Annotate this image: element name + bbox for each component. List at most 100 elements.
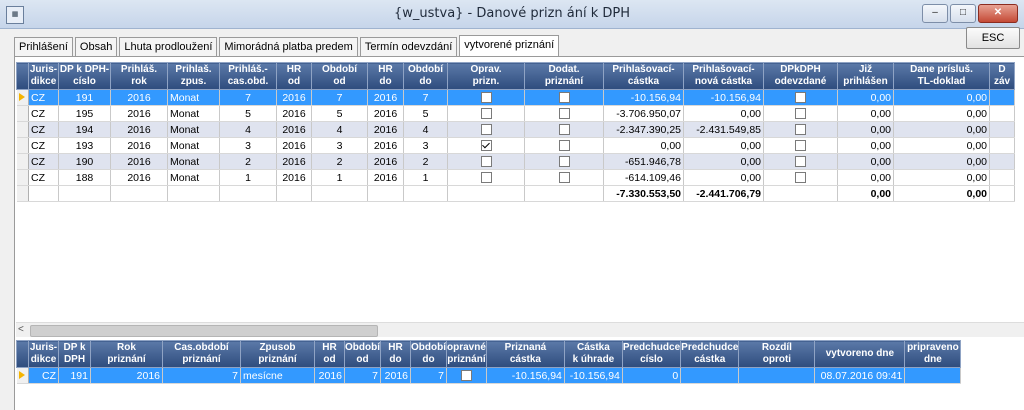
cell-hr_do[interactable]: 2016 xyxy=(367,169,404,186)
cell-rok[interactable]: 2016 xyxy=(110,105,168,122)
column-header[interactable]: Rozdíl oproti xyxy=(738,340,816,368)
checkbox[interactable] xyxy=(480,172,492,184)
cell-dp[interactable]: 191 xyxy=(58,89,111,106)
cell-hr_do[interactable]: 2016 xyxy=(367,153,404,170)
column-header[interactable]: Období od xyxy=(344,340,381,368)
cell-ob_od[interactable]: 1 xyxy=(311,169,368,186)
cell-oprav[interactable] xyxy=(447,137,525,154)
cell-ob_do[interactable]: 4 xyxy=(403,121,448,138)
checkbox[interactable] xyxy=(558,108,570,120)
column-header[interactable]: Juris-dikce xyxy=(28,62,59,90)
column-header[interactable]: Období do xyxy=(410,340,447,368)
cell-dane[interactable]: 0,00 xyxy=(893,169,990,186)
cell-jiz[interactable]: 0,00 xyxy=(837,153,894,170)
cell-ob_od[interactable]: 3 xyxy=(311,137,368,154)
cell-pred_castka[interactable] xyxy=(680,367,740,384)
cell-dodat[interactable] xyxy=(524,153,604,170)
cell-zpus[interactable]: Monat xyxy=(167,89,220,106)
column-header[interactable]: Prihlašovací-nová cástka xyxy=(683,62,764,90)
checkbox[interactable] xyxy=(480,156,492,168)
checkbox[interactable] xyxy=(480,92,492,104)
cell-ob_od[interactable]: 4 xyxy=(311,121,368,138)
cell-juris[interactable]: CZ xyxy=(28,153,59,170)
tab-prihlaseni[interactable]: Prihlášení xyxy=(14,37,73,57)
cell-castka[interactable]: -614.109,46 xyxy=(603,169,684,186)
cell-jiz[interactable]: 0,00 xyxy=(837,137,894,154)
column-header[interactable]: Již prihlášen xyxy=(837,62,894,90)
cell-juris[interactable]: CZ xyxy=(28,121,59,138)
cell-hr_od[interactable]: 2016 xyxy=(276,169,312,186)
column-header[interactable]: Predchudce cástka xyxy=(680,340,740,368)
column-header[interactable]: Zpusob priznání xyxy=(240,340,315,368)
cell-ob_od[interactable]: 7 xyxy=(344,367,381,384)
cell-zpus[interactable]: Monat xyxy=(167,105,220,122)
maximize-button[interactable]: □ xyxy=(950,4,976,23)
row-indicator[interactable] xyxy=(16,169,29,186)
cell-dz[interactable] xyxy=(989,105,1015,122)
cell-zpus[interactable]: mesícne xyxy=(240,367,315,384)
cell-zpus[interactable]: Monat xyxy=(167,153,220,170)
column-header[interactable]: Prihlaš. zpus. xyxy=(167,62,220,90)
table-row[interactable]: CZ 193 2016 Monat 3 2016 3 2016 3 0,00 0,00 0,00 0,0… xyxy=(16,137,1015,154)
cell-oprav[interactable] xyxy=(446,367,487,384)
cell-rok[interactable]: 2016 xyxy=(90,367,163,384)
cell-pripraveno[interactable] xyxy=(904,367,962,384)
cell-jiz[interactable]: 0,00 xyxy=(837,169,894,186)
cell-hr_do[interactable]: 2016 xyxy=(367,89,404,106)
tab-lhuta[interactable]: Lhuta prodloužení xyxy=(119,37,218,57)
cell-nova[interactable]: -10.156,94 xyxy=(683,89,764,106)
cell-nova[interactable]: 0,00 xyxy=(683,137,764,154)
cell-uhrada[interactable]: -10.156,94 xyxy=(564,367,623,384)
cell-castka[interactable]: -10.156,94 xyxy=(486,367,565,384)
cell-castka[interactable]: -3.706.950,07 xyxy=(603,105,684,122)
row-indicator[interactable] xyxy=(16,89,29,106)
cell-castka[interactable]: 0,00 xyxy=(603,137,684,154)
table-row[interactable]: CZ 195 2016 Monat 5 2016 5 2016 5 -3.706.950,07 0,… xyxy=(16,105,1015,122)
column-header[interactable]: Juris-dikce xyxy=(28,340,59,368)
minimize-button[interactable]: – xyxy=(922,4,948,23)
cell-zpus[interactable]: Monat xyxy=(167,121,220,138)
checkbox[interactable] xyxy=(795,92,806,104)
cell-dz[interactable] xyxy=(989,169,1015,186)
cell-hr_od[interactable]: 2016 xyxy=(276,137,312,154)
row-indicator[interactable] xyxy=(16,137,29,154)
column-header[interactable]: vytvoreno dne xyxy=(814,340,906,368)
cell-dp[interactable]: 195 xyxy=(58,105,111,122)
table-row[interactable]: CZ 188 2016 Monat 1 2016 1 2016 1 -614.109,46 0,00… xyxy=(16,169,1015,186)
tab-termin[interactable]: Termín odevzdání xyxy=(359,37,458,57)
table-row[interactable]: CZ 191 2016 Monat 7 2016 7 2016 7 -10.156,94 -10.1… xyxy=(16,89,1015,106)
cell-ob_do[interactable]: 5 xyxy=(403,105,448,122)
cell-rok[interactable]: 2016 xyxy=(110,169,168,186)
column-header[interactable]: DP k DPH-císlo xyxy=(58,62,111,90)
cell-cas[interactable]: 1 xyxy=(219,169,277,186)
column-header[interactable]: Prihláš.- cas.obd. xyxy=(219,62,277,90)
cell-pred_cislo[interactable]: 0 xyxy=(622,367,682,384)
checkbox[interactable] xyxy=(558,92,570,104)
row-indicator[interactable] xyxy=(16,367,29,384)
cell-juris[interactable]: CZ xyxy=(28,89,59,106)
column-header[interactable]: HR do xyxy=(380,340,411,368)
row-indicator[interactable] xyxy=(16,121,29,138)
cell-ob_do[interactable]: 2 xyxy=(403,153,448,170)
cell-odevz[interactable] xyxy=(763,105,838,122)
table-row[interactable]: CZ 190 2016 Monat 2 2016 2 2016 2 -651.946,78 0,00… xyxy=(16,153,1015,170)
checkbox[interactable] xyxy=(795,156,806,168)
cell-jiz[interactable]: 0,00 xyxy=(837,105,894,122)
cell-zpus[interactable]: Monat xyxy=(167,137,220,154)
cell-dp[interactable]: 194 xyxy=(58,121,111,138)
column-header[interactable]: Prihlašovací-cástka xyxy=(603,62,684,90)
cell-juris[interactable]: CZ xyxy=(28,169,59,186)
cell-hr_od[interactable]: 2016 xyxy=(276,153,312,170)
cell-castka[interactable]: -651.946,78 xyxy=(603,153,684,170)
checkbox[interactable] xyxy=(480,124,492,136)
cell-dane[interactable]: 0,00 xyxy=(893,89,990,106)
checkbox[interactable] xyxy=(558,124,570,136)
cell-dz[interactable] xyxy=(989,89,1015,106)
cell-ob_do[interactable]: 1 xyxy=(403,169,448,186)
cell-ob_od[interactable]: 2 xyxy=(311,153,368,170)
cell-rozdil[interactable] xyxy=(738,367,816,384)
cell-odevz[interactable] xyxy=(763,89,838,106)
cell-hr_od[interactable]: 2016 xyxy=(276,89,312,106)
cell-jiz[interactable]: 0,00 xyxy=(837,121,894,138)
cell-odevz[interactable] xyxy=(763,121,838,138)
